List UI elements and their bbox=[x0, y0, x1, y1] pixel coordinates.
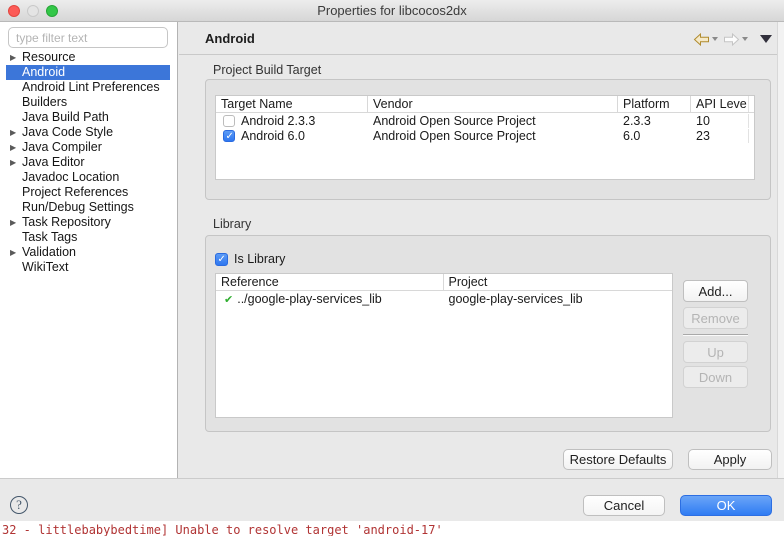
sidebar-item-label: Java Build Path bbox=[22, 110, 109, 124]
api-level-cell: 23 bbox=[691, 129, 749, 143]
sidebar-item-label: Java Editor bbox=[22, 155, 85, 169]
is-library-label: Is Library bbox=[234, 252, 285, 266]
sidebar-item-label: Project References bbox=[22, 185, 128, 199]
sidebar-item-label: Android Lint Preferences bbox=[22, 80, 160, 94]
library-group-label: Library bbox=[213, 217, 251, 231]
sidebar-item-wikitext[interactable]: WikiText bbox=[0, 260, 178, 275]
sidebar-item-task-repository[interactable]: ▶ Task Repository bbox=[0, 215, 178, 230]
expand-triangle-icon[interactable]: ▶ bbox=[10, 245, 16, 260]
sidebar-item-label: Task Tags bbox=[22, 230, 77, 244]
api-level-cell: 10 bbox=[691, 114, 749, 128]
column-header-target-name[interactable]: Target Name bbox=[216, 96, 368, 112]
sidebar-item-label: Validation bbox=[22, 245, 76, 259]
green-check-icon: ✔ bbox=[224, 293, 233, 306]
expand-triangle-icon[interactable]: ▶ bbox=[10, 215, 16, 230]
expand-triangle-icon[interactable]: ▶ bbox=[10, 155, 16, 170]
sidebar-item-label: WikiText bbox=[22, 260, 69, 274]
table-row[interactable]: ✓ Android 6.0 Android Open Source Projec… bbox=[216, 128, 754, 143]
console-error-text: 32 - littlebabybedtime] Unable to resolv… bbox=[2, 523, 443, 536]
view-menu-icon[interactable] bbox=[760, 35, 772, 43]
sidebar-item-task-tags[interactable]: Task Tags bbox=[0, 230, 178, 245]
sidebar: ▶ Resource Android Android Lint Preferen… bbox=[0, 22, 178, 478]
build-target-table[interactable]: Target Name Vendor Platform API Leve And… bbox=[215, 95, 755, 180]
expand-triangle-icon[interactable]: ▶ bbox=[10, 140, 16, 155]
sidebar-item-android[interactable]: Android bbox=[6, 65, 170, 80]
sidebar-item-validation[interactable]: ▶ Validation bbox=[0, 245, 178, 260]
sidebar-item-builders[interactable]: Builders bbox=[0, 95, 178, 110]
column-header-platform[interactable]: Platform bbox=[618, 96, 691, 112]
sidebar-item-java-compiler[interactable]: ▶ Java Compiler bbox=[0, 140, 178, 155]
column-header-vendor[interactable]: Vendor bbox=[368, 96, 618, 112]
expand-triangle-icon[interactable]: ▶ bbox=[10, 50, 16, 65]
back-dropdown-icon[interactable] bbox=[712, 37, 718, 41]
check-icon: ✓ bbox=[226, 130, 234, 143]
back-arrow-icon[interactable] bbox=[693, 33, 710, 46]
ok-button[interactable]: OK bbox=[680, 495, 772, 516]
filter-input[interactable] bbox=[8, 27, 168, 48]
sidebar-item-label: Java Compiler bbox=[22, 140, 102, 154]
title-bar[interactable]: Properties for libcocos2dx bbox=[0, 0, 784, 22]
scroll-gutter bbox=[777, 22, 784, 478]
sidebar-item-project-references[interactable]: Project References bbox=[0, 185, 178, 200]
vendor-cell: Android Open Source Project bbox=[368, 129, 618, 143]
table-header-row: Reference Project bbox=[216, 274, 672, 291]
table-row[interactable]: ✔ ../google-play-services_lib google-pla… bbox=[216, 291, 672, 307]
sidebar-item-label: Java Code Style bbox=[22, 125, 113, 139]
table-row[interactable]: Android 2.3.3 Android Open Source Projec… bbox=[216, 113, 754, 128]
down-button[interactable]: Down bbox=[683, 366, 748, 388]
sidebar-item-label: Android bbox=[22, 65, 65, 79]
sidebar-item-label: Task Repository bbox=[22, 215, 111, 229]
add-button[interactable]: Add... bbox=[683, 280, 748, 302]
column-header-reference[interactable]: Reference bbox=[216, 274, 444, 290]
target-checkbox[interactable]: ✓ bbox=[223, 130, 235, 142]
forward-dropdown-icon[interactable] bbox=[742, 37, 748, 41]
sidebar-item-label: Resource bbox=[22, 50, 76, 64]
sidebar-item-java-build-path[interactable]: Java Build Path bbox=[0, 110, 178, 125]
project-cell: google-play-services_lib bbox=[444, 292, 673, 306]
target-name: Android 2.3.3 bbox=[241, 114, 315, 128]
up-button[interactable]: Up bbox=[683, 341, 748, 363]
window-title: Properties for libcocos2dx bbox=[0, 0, 784, 22]
check-icon: ✓ bbox=[218, 253, 226, 266]
expand-triangle-icon[interactable]: ▶ bbox=[10, 125, 16, 140]
vendor-cell: Android Open Source Project bbox=[368, 114, 618, 128]
preferences-tree: ▶ Resource Android Android Lint Preferen… bbox=[0, 50, 178, 275]
remove-button[interactable]: Remove bbox=[683, 307, 748, 329]
target-checkbox[interactable] bbox=[223, 115, 235, 127]
column-header-api-level[interactable]: API Leve bbox=[691, 96, 749, 112]
sidebar-item-resource[interactable]: ▶ Resource bbox=[0, 50, 178, 65]
is-library-row[interactable]: ✓ Is Library bbox=[215, 252, 285, 266]
table-header-row: Target Name Vendor Platform API Leve bbox=[216, 96, 754, 113]
sidebar-item-label: Builders bbox=[22, 95, 67, 109]
sidebar-item-run-debug-settings[interactable]: Run/Debug Settings bbox=[0, 200, 178, 215]
properties-dialog: Properties for libcocos2dx ▶ Resource An… bbox=[0, 0, 784, 521]
target-name: Android 6.0 bbox=[241, 129, 305, 143]
reference-cell: ../google-play-services_lib bbox=[237, 292, 382, 306]
dialog-button-bar: ? bbox=[0, 478, 784, 521]
is-library-checkbox[interactable]: ✓ bbox=[215, 253, 228, 266]
column-header-project[interactable]: Project bbox=[444, 274, 673, 290]
history-navigation bbox=[693, 31, 772, 47]
build-target-group-label: Project Build Target bbox=[213, 63, 321, 77]
cancel-button[interactable]: Cancel bbox=[583, 495, 665, 516]
forward-arrow-icon bbox=[723, 33, 740, 46]
page-header: Android bbox=[179, 22, 784, 55]
button-separator bbox=[683, 334, 748, 336]
sidebar-item-label: Javadoc Location bbox=[22, 170, 119, 184]
platform-cell: 6.0 bbox=[618, 129, 691, 143]
sidebar-item-java-editor[interactable]: ▶ Java Editor bbox=[0, 155, 178, 170]
restore-defaults-button[interactable]: Restore Defaults bbox=[563, 449, 673, 470]
library-references-table[interactable]: Reference Project ✔ ../google-play-servi… bbox=[215, 273, 673, 418]
apply-button[interactable]: Apply bbox=[688, 449, 772, 470]
sidebar-item-java-code-style[interactable]: ▶ Java Code Style bbox=[0, 125, 178, 140]
help-icon[interactable]: ? bbox=[10, 496, 28, 514]
console-strip: 32 - littlebabybedtime] Unable to resolv… bbox=[0, 521, 784, 536]
sidebar-item-label: Run/Debug Settings bbox=[22, 200, 134, 214]
sidebar-item-android-lint-preferences[interactable]: Android Lint Preferences bbox=[0, 80, 178, 95]
sidebar-item-javadoc-location[interactable]: Javadoc Location bbox=[0, 170, 178, 185]
platform-cell: 2.3.3 bbox=[618, 114, 691, 128]
page-title: Android bbox=[205, 22, 255, 55]
